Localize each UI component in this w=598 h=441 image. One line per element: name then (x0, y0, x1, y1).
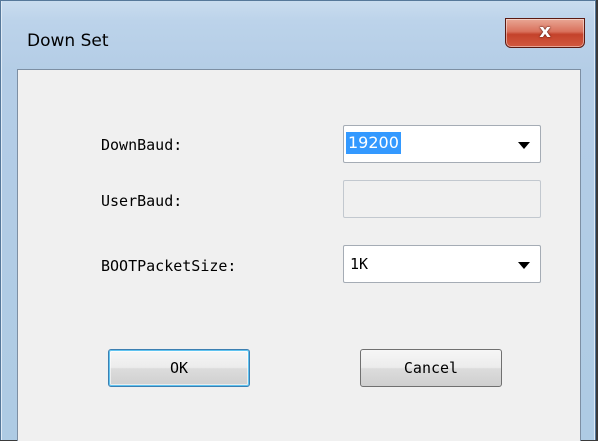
close-button[interactable]: x (505, 18, 585, 48)
cancel-button-label: Cancel (403, 359, 459, 377)
dialog-window: Down Set x DownBaud: 19200 UserBaud: BOO… (0, 0, 596, 441)
down-baud-value: 19200 (346, 132, 401, 154)
down-baud-label: DownBaud: (101, 136, 183, 154)
ok-button[interactable]: OK (108, 349, 250, 387)
user-baud-label: UserBaud: (101, 192, 183, 210)
ok-button-label: OK (169, 359, 189, 377)
boot-packet-size-dropdown[interactable]: 1K (343, 245, 541, 283)
boot-packet-size-label: BOOTPacketSize: (101, 257, 237, 275)
down-baud-dropdown[interactable]: 19200 (343, 125, 541, 163)
dialog-body: DownBaud: 19200 UserBaud: BOOTPacketSize… (17, 69, 581, 441)
close-icon: x (539, 21, 551, 42)
boot-packet-size-value: 1K (350, 255, 369, 273)
chevron-down-icon (518, 262, 530, 269)
user-baud-field (343, 180, 541, 218)
window-title: Down Set (27, 31, 109, 51)
cancel-button[interactable]: Cancel (360, 349, 502, 387)
chevron-down-icon (518, 142, 530, 149)
